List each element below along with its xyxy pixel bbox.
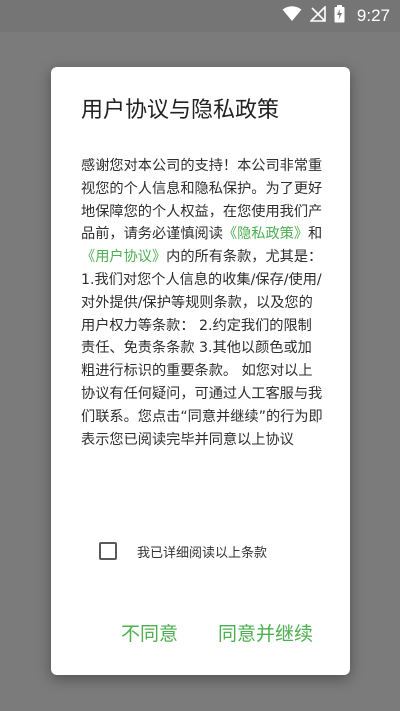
agree-continue-button[interactable]: 同意并继续 bbox=[218, 623, 313, 647]
dialog-title: 用户协议与隐私政策 bbox=[81, 98, 280, 123]
no-signal-icon bbox=[308, 5, 326, 26]
agree-checkbox-row[interactable]: 我已详细阅读以上条款 bbox=[99, 539, 267, 563]
battery-charging-icon bbox=[334, 5, 345, 27]
status-bar: 9:27 bbox=[0, 0, 400, 32]
disagree-button[interactable]: 不同意 bbox=[121, 623, 178, 647]
wifi-icon bbox=[282, 6, 302, 26]
status-icons: 9:27 bbox=[282, 4, 390, 28]
privacy-policy-link[interactable]: 《隐私政策》 bbox=[223, 226, 308, 242]
privacy-dialog: 用户协议与隐私政策 感谢您对本公司的支持！本公司非常重视您的个人信息和隐私保护。… bbox=[51, 67, 350, 675]
status-time: 9:27 bbox=[356, 6, 390, 25]
user-agreement-link[interactable]: 《用户协议》 bbox=[81, 249, 166, 265]
body-rest: 内的所有条款，尤其是： 1.我们对您个人信息的收集/保存/使用/对外提供/保护等… bbox=[81, 249, 323, 448]
body-and: 和 bbox=[308, 226, 323, 243]
agree-checkbox-label[interactable]: 我已详细阅读以上条款 bbox=[137, 542, 267, 561]
dialog-body: 感谢您对本公司的支持！本公司非常重视您的个人信息和隐私保护。为了更好地保障您的个… bbox=[81, 155, 324, 451]
agree-checkbox[interactable] bbox=[99, 542, 117, 560]
